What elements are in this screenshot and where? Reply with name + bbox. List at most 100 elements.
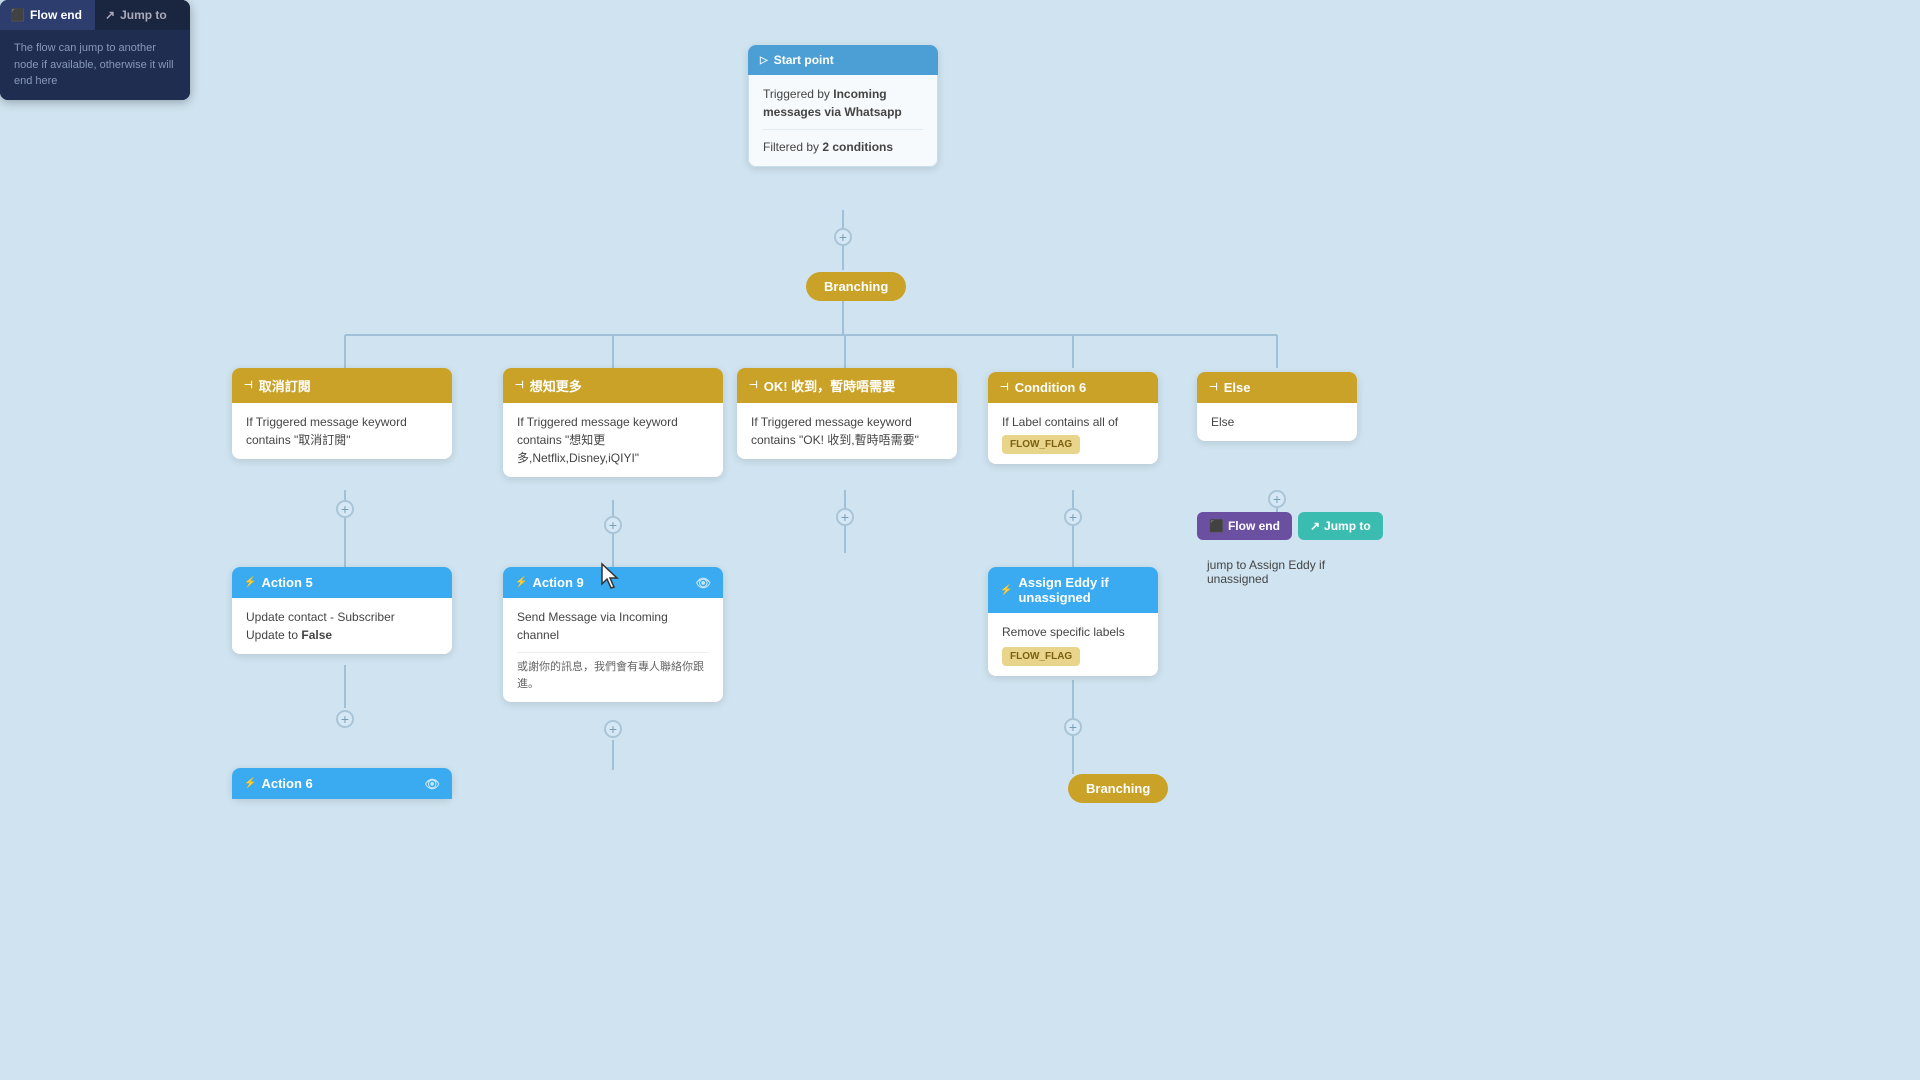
jump-to-label: Jump to: [120, 8, 167, 22]
jump-to-icon: ↗: [105, 8, 115, 22]
jump-to-btn[interactable]: ↗ Jump to: [95, 0, 190, 30]
action6-header[interactable]: ⚡ Action 6 👁: [232, 768, 452, 799]
branch-cond6-icon: ⊣: [1000, 382, 1009, 393]
action5-subtitle: Update contact - Subscriber: [246, 608, 438, 626]
branch-more-icon: ⊣: [515, 380, 524, 391]
action5-card: ⚡ Action 5 Update contact - Subscriber U…: [232, 567, 452, 654]
branch-cancel-body: If Triggered message keyword contains "取…: [232, 403, 452, 459]
branch-cancel-condition: If Triggered message keyword contains "取…: [246, 415, 407, 447]
action9-card: ⚡ Action 9 👁 Send Message via Incoming c…: [503, 567, 723, 702]
branch-else-condition: Else: [1211, 415, 1234, 429]
jump-to-description: jump to Assign Eddy if unassigned: [1207, 558, 1325, 586]
plus-below-action9[interactable]: +: [604, 720, 622, 738]
branch-ok-icon: ⊣: [749, 380, 758, 391]
flow-end-header: ⬛ Flow end ↗ Jump to: [0, 0, 190, 30]
branch-more-title: 想知更多: [530, 376, 582, 395]
branch-icon: ⊣: [244, 380, 253, 391]
right-jump-to-btn[interactable]: ↗ Jump to: [1298, 512, 1383, 540]
branch-else-icon: ⊣: [1209, 382, 1218, 393]
branch-else-title: Else: [1224, 380, 1251, 395]
action9-body: Send Message via Incoming channel 或謝你的訊息…: [503, 598, 723, 702]
flow-end-icon: ⬛: [10, 8, 25, 22]
plus-below-more[interactable]: +: [604, 516, 622, 534]
start-point-card: ▷ Start point Triggered by Incoming mess…: [748, 45, 938, 167]
flow-end-label: Flow end: [30, 8, 82, 22]
plus-after-start[interactable]: +: [834, 228, 852, 246]
action5-detail: Update to False: [246, 626, 438, 644]
start-point-header: ▷ Start point: [748, 45, 938, 75]
action6-card: ⚡ Action 6 👁: [232, 768, 452, 799]
flow-canvas: ▷ Start point Triggered by Incoming mess…: [0, 0, 1920, 1080]
right-action-buttons: ⬛ Flow end ↗ Jump to: [1197, 512, 1383, 540]
assign-icon: ⚡: [1000, 585, 1012, 596]
branch-more-body: If Triggered message keyword contains "想…: [503, 403, 723, 477]
filter-label: Filtered by: [763, 140, 819, 154]
branch-cancel-title: 取消訂閱: [259, 376, 311, 395]
eye-icon[interactable]: 👁: [696, 576, 711, 590]
action5-body: Update contact - Subscriber Update to Fa…: [232, 598, 452, 654]
flow-end-btn[interactable]: ⬛ Flow end: [0, 0, 95, 30]
plus-below-action5[interactable]: +: [336, 710, 354, 728]
branching-bottom-label: Branching: [1086, 781, 1150, 796]
right-jump-to-label: Jump to: [1324, 519, 1371, 533]
action9-title: Action 9: [532, 575, 583, 590]
branching-main-node[interactable]: Branching: [806, 272, 906, 301]
action9-header[interactable]: ⚡ Action 9 👁: [503, 567, 723, 598]
branch-ok-title: OK! 收到，暫時唔需要: [764, 376, 895, 395]
start-point-body: Triggered by Incoming messages via Whats…: [748, 75, 938, 167]
branching-bottom-node[interactable]: Branching: [1068, 774, 1168, 803]
plus-below-assign[interactable]: +: [1064, 718, 1082, 736]
right-jump-to-icon: ↗: [1310, 519, 1320, 533]
branch-else-header: ⊣ Else: [1197, 372, 1357, 403]
connectors: [0, 0, 1920, 1080]
branch-cond6-condition: If Label contains all of: [1002, 413, 1144, 431]
plus-below-cancel[interactable]: +: [336, 500, 354, 518]
branch-else-body: Else: [1197, 403, 1357, 441]
action9-message: 或謝你的訊息，我們會有專人聯絡你跟進。: [517, 652, 709, 692]
flow-flag-badge: FLOW_FLAG: [1002, 435, 1080, 454]
assign-title: Assign Eddy if unassigned: [1018, 575, 1146, 605]
filter-line: Filtered by 2 conditions: [763, 129, 923, 156]
start-icon: ▷: [760, 55, 768, 66]
jump-to-text: jump to Assign Eddy if unassigned: [1207, 558, 1352, 586]
branching-main-label: Branching: [824, 279, 888, 294]
branch-ok-header: ⊣ OK! 收到，暫時唔需要: [737, 368, 957, 403]
right-flow-end-icon: ⬛: [1209, 519, 1224, 533]
branch-card-ok: ⊣ OK! 收到，暫時唔需要 If Triggered message keyw…: [737, 368, 957, 459]
action9-subtitle: Send Message via Incoming channel: [517, 608, 709, 644]
plus-below-else[interactable]: +: [1268, 490, 1286, 508]
branch-card-more: ⊣ 想知更多 If Triggered message keyword cont…: [503, 368, 723, 477]
branch-card-else: ⊣ Else Else: [1197, 372, 1357, 441]
assign-eddy-body: Remove specific labels FLOW_FLAG: [988, 613, 1158, 676]
branch-cancel-header: ⊣ 取消訂閱: [232, 368, 452, 403]
action6-eye-icon[interactable]: 👁: [425, 777, 440, 791]
assign-eddy-card: ⚡ Assign Eddy if unassigned Remove speci…: [988, 567, 1158, 676]
assign-flow-flag: FLOW_FLAG: [1002, 647, 1080, 666]
action9-icon: ⚡: [515, 577, 527, 588]
assign-eddy-header[interactable]: ⚡ Assign Eddy if unassigned: [988, 567, 1158, 613]
flow-end-description: The flow can jump to another node if ava…: [14, 42, 174, 87]
branch-cond6-body: If Label contains all of FLOW_FLAG: [988, 403, 1158, 464]
flow-end-card: ⬛ Flow end ↗ Jump to The flow can jump t…: [0, 0, 190, 100]
trigger-label: Triggered by: [763, 87, 830, 101]
action5-icon: ⚡: [244, 577, 256, 588]
flow-end-body: The flow can jump to another node if ava…: [0, 30, 190, 100]
branch-more-header: ⊣ 想知更多: [503, 368, 723, 403]
branch-cond6-header: ⊣ Condition 6: [988, 372, 1158, 403]
action5-header[interactable]: ⚡ Action 5: [232, 567, 452, 598]
branch-more-condition: If Triggered message keyword contains "想…: [517, 415, 678, 465]
trigger-line: Triggered by Incoming messages via Whats…: [763, 85, 923, 121]
branch-cond6-title: Condition 6: [1015, 380, 1087, 395]
filter-value: 2 conditions: [822, 140, 893, 154]
right-flow-end-label: Flow end: [1228, 519, 1280, 533]
branch-ok-condition: If Triggered message keyword contains "O…: [751, 415, 919, 447]
branch-card-cancel: ⊣ 取消訂閱 If Triggered message keyword cont…: [232, 368, 452, 459]
plus-below-ok[interactable]: +: [836, 508, 854, 526]
right-flow-end-btn[interactable]: ⬛ Flow end: [1197, 512, 1292, 540]
plus-below-cond6[interactable]: +: [1064, 508, 1082, 526]
start-point-title: Start point: [774, 53, 834, 67]
action6-title: Action 6: [261, 776, 312, 791]
action5-title: Action 5: [261, 575, 312, 590]
action6-icon: ⚡: [244, 778, 256, 789]
branch-card-cond6: ⊣ Condition 6 If Label contains all of F…: [988, 372, 1158, 464]
